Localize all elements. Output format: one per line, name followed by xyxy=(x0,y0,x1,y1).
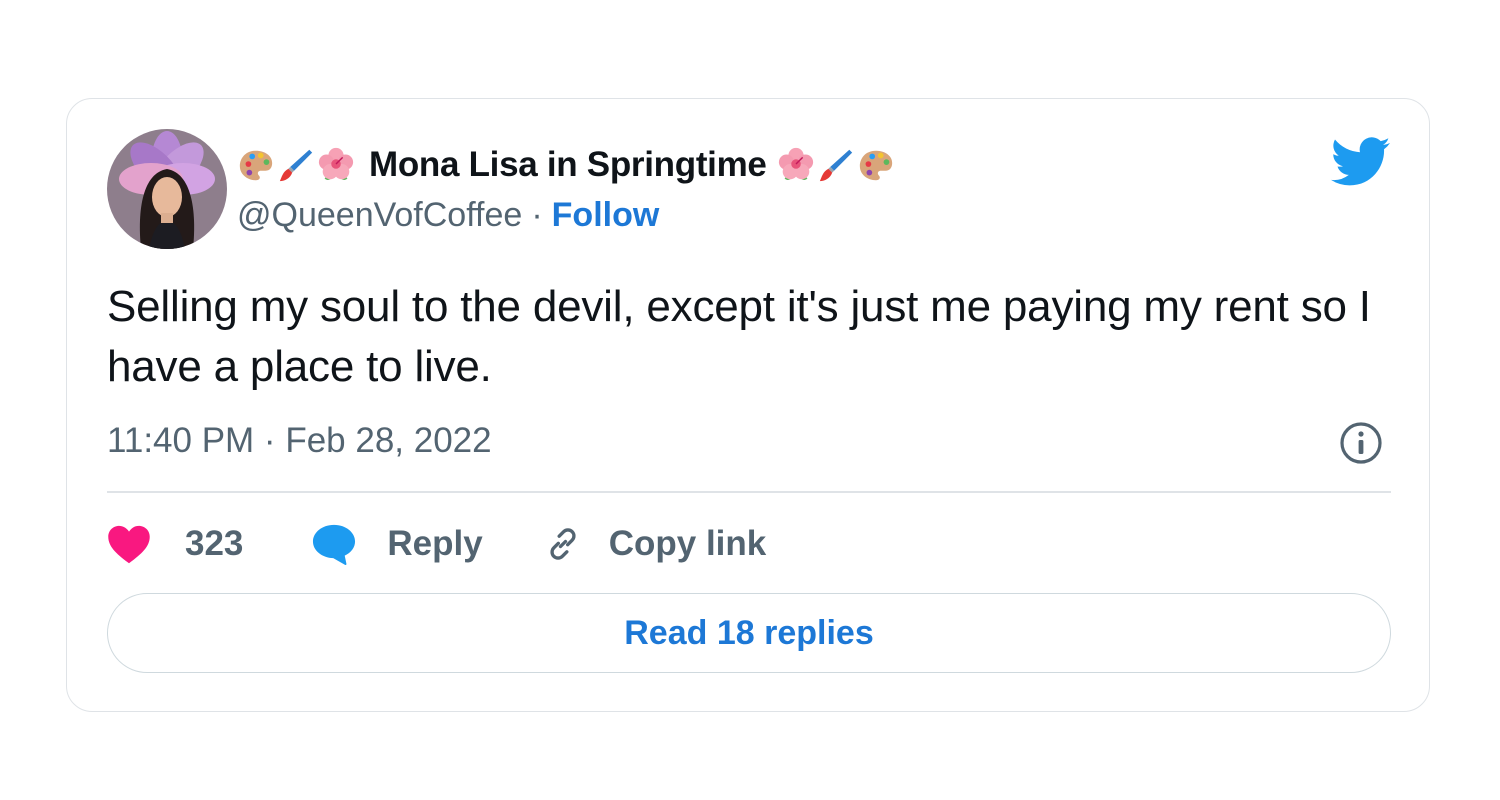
reply-label: Reply xyxy=(387,524,483,563)
follow-button[interactable]: Follow xyxy=(552,196,660,235)
palette-emoji-icon xyxy=(857,146,895,184)
user-name-row[interactable]: Mona Lisa in Springtime xyxy=(237,145,897,185)
heart-icon xyxy=(107,524,151,564)
palette-emoji-icon xyxy=(237,146,275,184)
speech-bubble-icon xyxy=(311,522,357,566)
tweet-text: Selling my soul to the devil, except it'… xyxy=(107,282,1371,391)
read-replies-label: Read 18 replies xyxy=(624,613,874,652)
like-button[interactable]: 323 xyxy=(107,524,243,564)
paintbrush-emoji-icon xyxy=(277,146,315,184)
divider xyxy=(107,491,1391,493)
hibiscus-emoji-icon xyxy=(317,146,355,184)
user-handle[interactable]: @QueenVofCoffee xyxy=(237,196,522,235)
hibiscus-emoji-icon xyxy=(777,146,815,184)
copy-link-button[interactable]: Copy link xyxy=(543,524,767,564)
copy-link-label: Copy link xyxy=(608,524,767,563)
display-name[interactable]: Mona Lisa in Springtime xyxy=(369,145,767,185)
info-icon[interactable] xyxy=(1337,419,1385,467)
avatar[interactable] xyxy=(107,129,227,249)
action-bar: 323 Reply Copy link xyxy=(107,519,766,569)
read-replies-button[interactable]: Read 18 replies xyxy=(107,593,1391,673)
separator-dot: · xyxy=(531,195,543,234)
link-icon xyxy=(543,524,583,564)
like-count: 323 xyxy=(185,524,244,563)
twitter-bird-icon[interactable] xyxy=(1331,137,1391,187)
tweet-timestamp[interactable]: 11:40 PM · Feb 28, 2022 xyxy=(107,421,492,461)
paintbrush-emoji-icon xyxy=(817,146,855,184)
handle-row: @QueenVofCoffee · Follow xyxy=(237,195,659,235)
reply-button[interactable]: Reply xyxy=(311,522,483,566)
tweet-card: Mona Lisa in Springtime @QueenVofCoffee … xyxy=(66,98,1430,712)
